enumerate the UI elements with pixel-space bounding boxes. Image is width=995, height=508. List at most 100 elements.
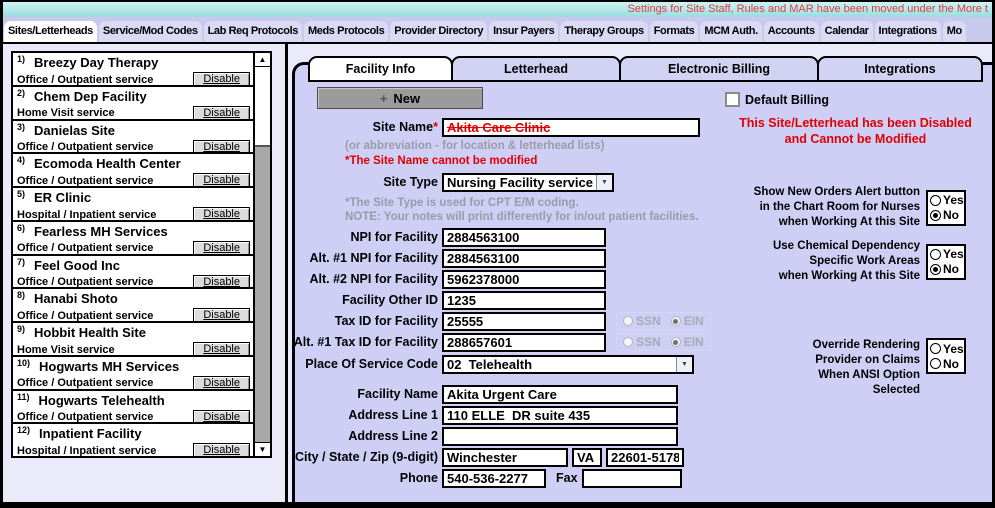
yes-option[interactable]: Yes [930,193,962,208]
nav-tab-lab-req-protocols[interactable]: Lab Req Protocols [204,21,302,42]
site-type-select[interactable]: Nursing Facility service ▼ [442,173,614,192]
phone-input[interactable] [442,469,546,488]
alt2-npi-label: Alt. #2 NPI for Facility [288,272,438,286]
nav-tab-therapy-groups[interactable]: Therapy Groups [560,21,647,42]
site-list-item[interactable]: 2)Chem Dep Facility Home Visit serviceDi… [13,87,253,121]
disable-site-button[interactable]: Disable [193,443,250,456]
nav-tab-provider-directory[interactable]: Provider Directory [390,21,487,42]
alt1-npi-input[interactable] [442,249,606,268]
ein-option[interactable]: EIN [671,335,704,349]
site-list-item[interactable]: 6)Fearless MH Services Office / Outpatie… [13,222,253,256]
site-number: 2) [17,88,25,98]
ein-radio[interactable] [671,337,681,347]
chemical-dependency-yn-box: Yes No [926,244,966,280]
no-option[interactable]: No [930,262,962,277]
nav-tab-service-mod-codes[interactable]: Service/Mod Codes [99,21,202,42]
disable-site-button[interactable]: Disable [193,342,250,357]
nav-tab-accounts[interactable]: Accounts [764,21,819,42]
site-type-hint-1: *The Site Type is used for CPT E/M codin… [345,197,579,209]
disable-site-button[interactable]: Disable [193,308,250,323]
yes-option[interactable]: Yes [930,341,962,356]
nav-tab-more[interactable]: Mo [943,21,966,42]
tab-integrations[interactable]: Integrations [817,56,983,82]
site-list-item[interactable]: 8)Hanabi Shoto Office / Outpatient servi… [13,289,253,323]
no-radio[interactable] [930,264,941,275]
scrollbar-track[interactable] [255,147,270,442]
site-list-item[interactable]: 9)Hobbit Health Site Home Visit serviceD… [13,323,253,357]
tab-electronic-billing[interactable]: Electronic Billing [619,56,819,82]
alt1-tax-id-label: Alt. #1 Tax ID for Facility [288,335,438,349]
nav-tab-mcm-auth[interactable]: MCM Auth. [700,21,761,42]
yes-option[interactable]: Yes [930,247,962,262]
disable-site-button[interactable]: Disable [193,173,250,188]
facility-other-id-input[interactable] [442,291,606,310]
site-list-item[interactable]: 4)Ecomoda Health Center Office / Outpati… [13,154,253,188]
no-radio[interactable] [930,210,941,221]
no-option[interactable]: No [930,356,962,371]
site-list-item[interactable]: 3)Danielas Site Office / Outpatient serv… [13,121,253,155]
site-list-item[interactable]: 10)Hogwarts MH Services Office / Outpati… [13,357,253,391]
disable-site-button[interactable]: Disable [193,410,250,425]
ssn-radio[interactable] [623,337,633,347]
disable-site-button[interactable]: Disable [193,275,250,290]
top-notice-bar: Settings for Site Staff, Rules and MAR h… [3,2,992,17]
ein-option[interactable]: EIN [671,314,704,328]
yes-radio[interactable] [930,343,941,354]
address-line2-input[interactable] [442,427,678,446]
npi-label: NPI for Facility [288,230,438,244]
tab-letterhead[interactable]: Letterhead [451,56,621,82]
scroll-up-arrow-icon[interactable]: ▲ [255,53,270,67]
city-input[interactable] [442,448,568,467]
nav-tab-sites-letterheads[interactable]: Sites/Letterheads [4,21,97,42]
site-name: Danielas Site [34,123,115,138]
site-list-item[interactable]: 5)ER Clinic Hospital / Inpatient service… [13,188,253,222]
npi-input[interactable] [442,228,606,247]
no-radio[interactable] [930,358,941,369]
site-name: Inpatient Facility [39,426,142,441]
disable-site-button[interactable]: Disable [193,72,250,87]
scrollbar-thumb[interactable] [255,67,270,147]
ssn-option[interactable]: SSN [623,314,661,328]
alt1-tax-id-input[interactable] [442,333,606,352]
pos-code-select[interactable]: 02 Telehealth ▼ [442,355,694,374]
disable-site-button[interactable]: Disable [193,207,250,222]
nav-tab-calendar[interactable]: Calendar [821,21,873,42]
default-billing-checkbox[interactable] [725,92,740,107]
disable-site-button[interactable]: Disable [193,106,250,121]
plus-icon: + [380,91,388,106]
address-line1-input[interactable] [442,406,678,425]
sidebar-scrollbar: ▲ ▼ [253,53,270,456]
yes-radio[interactable] [930,195,941,206]
site-list-item[interactable]: 1)Breezy Day Therapy Office / Outpatient… [13,53,253,87]
pos-code-label: Place Of Service Code [288,357,438,371]
nav-tab-formats[interactable]: Formats [650,21,699,42]
nav-tab-integrations[interactable]: Integrations [875,21,941,42]
site-list-item[interactable]: 12)Inpatient Facility Hospital / Inpatie… [13,424,253,456]
no-option[interactable]: No [930,208,962,223]
nav-tab-meds-protocols[interactable]: Meds Protocols [304,21,388,42]
site-list-item[interactable]: 11)Hogwarts Telehealth Office / Outpatie… [13,391,253,425]
site-name-input[interactable] [442,118,700,137]
fax-input[interactable] [582,469,682,488]
new-site-button[interactable]: +New [317,87,483,109]
ein-radio[interactable] [671,316,681,326]
ssn-option[interactable]: SSN [623,335,661,349]
state-input[interactable] [572,448,602,467]
tax-id-input[interactable] [442,312,606,331]
nav-tab-insur-payers[interactable]: Insur Payers [489,21,558,42]
zip-input[interactable] [606,448,684,467]
orders-alert-yn-box: Yes No [926,190,966,226]
disable-site-button[interactable]: Disable [193,140,250,155]
facility-name-input[interactable] [442,385,678,404]
scroll-down-arrow-icon[interactable]: ▼ [255,442,270,456]
site-number: 12) [17,425,30,435]
tab-facility-info[interactable]: Facility Info [308,56,453,82]
alt2-npi-input[interactable] [442,270,606,289]
disable-site-button[interactable]: Disable [193,241,250,256]
ssn-radio[interactable] [623,316,633,326]
disable-site-button[interactable]: Disable [193,376,250,391]
site-name: Feel Good Inc [34,258,120,273]
override-rendering-option-group: Override Rendering Provider on Claims Wh… [813,338,966,398]
site-list-item[interactable]: 7)Feel Good Inc Office / Outpatient serv… [13,256,253,290]
yes-radio[interactable] [930,249,941,260]
